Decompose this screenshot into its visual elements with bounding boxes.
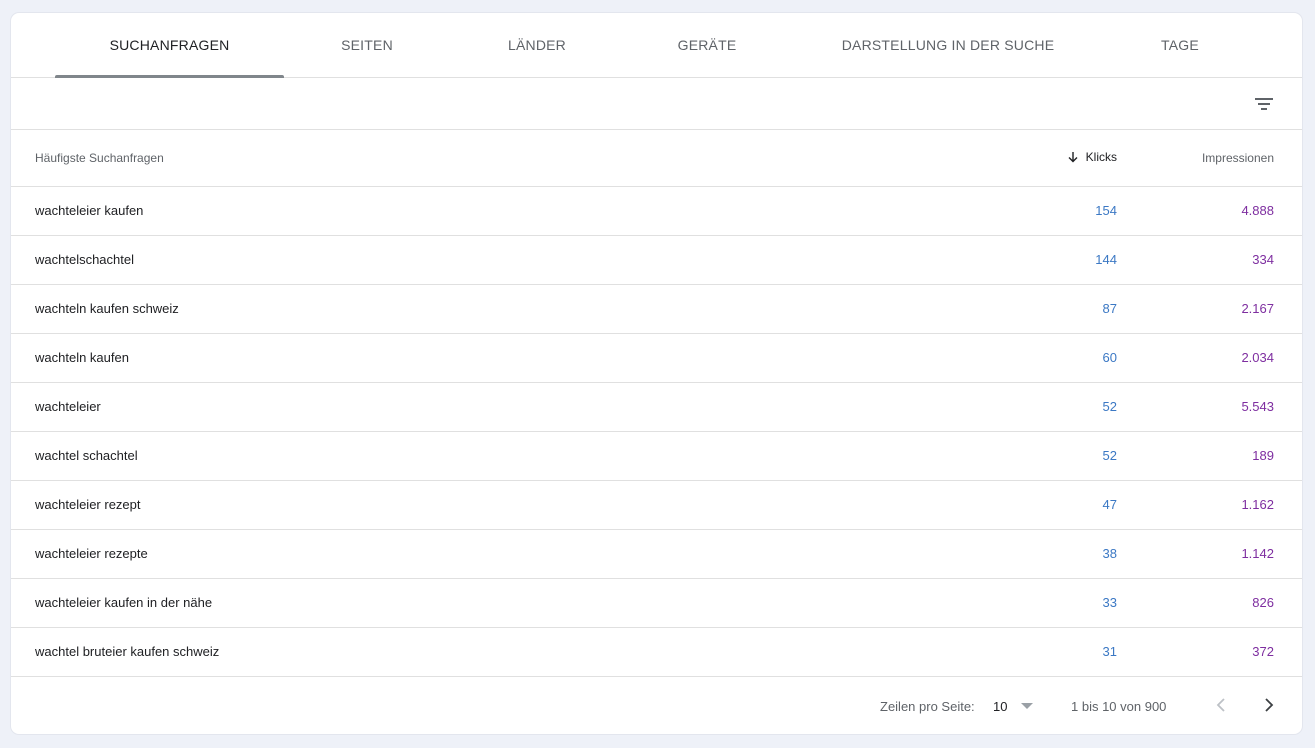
filter-list-icon <box>1255 98 1273 110</box>
table-row[interactable]: wachtelschachtel 144 334 <box>11 236 1302 285</box>
query-cell: wachteleier rezept <box>35 497 141 512</box>
query-cell: wachteln kaufen schweiz <box>35 301 179 316</box>
impressions-cell: 1.162 <box>1241 497 1274 512</box>
tab-bar: SUCHANFRAGEN SEITEN LÄNDER GERÄTE DARSTE… <box>11 13 1302 78</box>
tab-darstellung[interactable]: DARSTELLUNG IN DER SUCHE <box>827 13 1069 77</box>
column-header-impressions[interactable]: Impressionen <box>1202 151 1274 165</box>
column-header-query[interactable]: Häufigste Suchanfragen <box>35 151 164 165</box>
clicks-cell: 38 <box>1102 546 1117 561</box>
clicks-cell: 33 <box>1102 595 1117 610</box>
clicks-cell: 154 <box>1095 203 1117 218</box>
table-body: wachteleier kaufen 154 4.888 wachtelscha… <box>11 187 1302 677</box>
impressions-cell: 2.167 <box>1241 301 1274 316</box>
table-row[interactable]: wachtel bruteier kaufen schweiz 31 372 <box>11 628 1302 677</box>
impressions-cell: 5.543 <box>1241 399 1274 414</box>
rows-per-page-label: Zeilen pro Seite: <box>880 699 975 714</box>
impressions-cell: 372 <box>1252 644 1274 659</box>
clicks-cell: 31 <box>1102 644 1117 659</box>
query-cell: wachteleier kaufen <box>35 203 144 218</box>
clicks-cell: 60 <box>1102 350 1117 365</box>
rows-per-page-value: 10 <box>993 699 1008 714</box>
impressions-cell: 1.142 <box>1241 546 1274 561</box>
dropdown-arrow-icon <box>1021 703 1034 709</box>
clicks-cell: 144 <box>1095 252 1117 267</box>
clicks-cell: 87 <box>1102 301 1117 316</box>
impressions-cell: 4.888 <box>1241 203 1274 218</box>
table-row[interactable]: wachteleier kaufen 154 4.888 <box>11 187 1302 236</box>
clicks-cell: 47 <box>1102 497 1117 512</box>
next-page-button[interactable] <box>1257 693 1281 717</box>
clicks-cell: 52 <box>1102 448 1117 463</box>
pagination-range: 1 bis 10 von 900 <box>1071 699 1167 714</box>
impressions-cell: 189 <box>1252 448 1274 463</box>
clicks-cell: 52 <box>1102 399 1117 414</box>
query-cell: wachteleier <box>35 399 101 414</box>
table-header: Häufigste Suchanfragen Klicks Impression… <box>11 130 1302 187</box>
table-row[interactable]: wachteln kaufen schweiz 87 2.167 <box>11 285 1302 334</box>
chevron-left-icon <box>1216 698 1225 712</box>
table-row[interactable]: wachteln kaufen 60 2.034 <box>11 334 1302 383</box>
table-toolbar <box>11 78 1302 130</box>
tab-seiten[interactable]: SEITEN <box>305 13 429 77</box>
arrow-down-icon <box>1068 152 1078 163</box>
pagination-bar: Zeilen pro Seite: 10 1 bis 10 von 900 <box>11 677 1302 734</box>
filter-button[interactable] <box>1250 90 1278 118</box>
query-cell: wachteleier rezepte <box>35 546 148 561</box>
tab-tage[interactable]: TAGE <box>1118 13 1242 77</box>
tab-laender[interactable]: LÄNDER <box>475 13 599 77</box>
tab-geraete[interactable]: GERÄTE <box>645 13 769 77</box>
table-row[interactable]: wachteleier 52 5.543 <box>11 383 1302 432</box>
column-header-clicks-label: Klicks <box>1085 150 1117 164</box>
performance-table-card: SUCHANFRAGEN SEITEN LÄNDER GERÄTE DARSTE… <box>11 13 1302 734</box>
table-row[interactable]: wachteleier rezept 47 1.162 <box>11 481 1302 530</box>
table-row[interactable]: wachteleier kaufen in der nähe 33 826 <box>11 579 1302 628</box>
query-cell: wachtel bruteier kaufen schweiz <box>35 644 220 659</box>
query-cell: wachteln kaufen <box>35 350 129 365</box>
query-cell: wachtel schachtel <box>35 448 138 463</box>
table-row[interactable]: wachteleier rezepte 38 1.142 <box>11 530 1302 579</box>
previous-page-button[interactable] <box>1209 693 1233 717</box>
tab-suchanfragen[interactable]: SUCHANFRAGEN <box>55 13 284 78</box>
query-cell: wachteleier kaufen in der nähe <box>35 595 213 610</box>
query-cell: wachtelschachtel <box>35 252 134 267</box>
rows-per-page-select[interactable]: 10 <box>993 699 1034 714</box>
table-row[interactable]: wachtel schachtel 52 189 <box>11 432 1302 481</box>
impressions-cell: 334 <box>1252 252 1274 267</box>
chevron-right-icon <box>1265 698 1274 712</box>
impressions-cell: 826 <box>1252 595 1274 610</box>
impressions-cell: 2.034 <box>1241 350 1274 365</box>
column-header-clicks[interactable]: Klicks <box>1067 150 1117 164</box>
